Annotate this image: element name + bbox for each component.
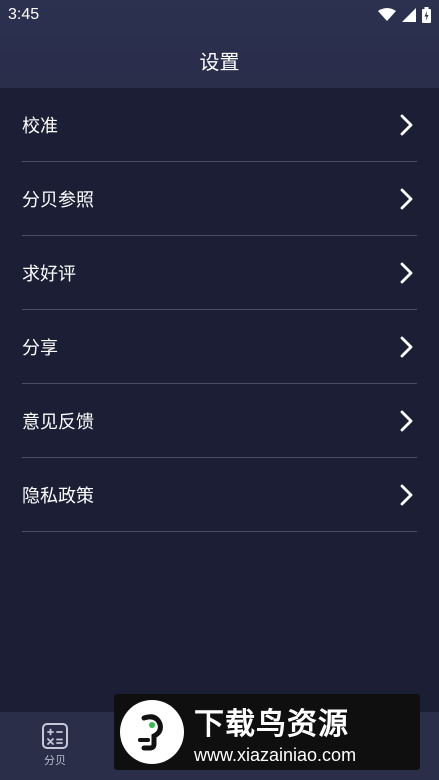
menu-item-label: 分贝参照 (22, 189, 94, 211)
watermark-overlay: 下载鸟资源 www.xiazainiao.com (114, 694, 420, 770)
status-bar: 3:45 (0, 0, 439, 30)
settings-menu: 校准 分贝参照 求好评 分享 意见反馈 隐私政策 (22, 88, 417, 532)
watermark-url: www.xiazainiao.com (194, 744, 357, 765)
chevron-right-icon (400, 114, 413, 135)
app-header: 3:45 设置 (0, 0, 439, 88)
bird-logo-icon (120, 700, 184, 764)
status-time: 3:45 (8, 6, 40, 23)
menu-item-privacy-policy[interactable]: 隐私政策 (22, 458, 417, 532)
menu-item-feedback[interactable]: 意见反馈 (22, 384, 417, 458)
menu-item-label: 校准 (22, 115, 58, 137)
battery-icon (422, 7, 431, 23)
menu-item-rate-app[interactable]: 求好评 (22, 236, 417, 310)
tab-label: 分贝 (44, 754, 66, 767)
tab-decibel[interactable]: 分贝 (30, 722, 80, 774)
menu-item-label: 求好评 (22, 263, 76, 285)
menu-item-label: 意见反馈 (22, 411, 94, 433)
menu-item-calibrate[interactable]: 校准 (22, 88, 417, 162)
page-title: 设置 (199, 50, 240, 74)
watermark-text: 下载鸟资源 www.xiazainiao.com (194, 699, 356, 766)
wifi-icon (378, 8, 396, 21)
menu-item-label: 隐私政策 (22, 485, 94, 507)
chevron-right-icon (400, 484, 413, 505)
menu-item-decibel-reference[interactable]: 分贝参照 (22, 162, 417, 236)
signal-icon (402, 8, 416, 22)
calculator-icon (42, 723, 68, 749)
chevron-right-icon (400, 336, 413, 357)
chevron-right-icon (400, 410, 413, 431)
status-icons (378, 7, 431, 23)
chevron-right-icon (400, 188, 413, 209)
menu-item-label: 分享 (22, 337, 58, 359)
chevron-right-icon (400, 262, 413, 283)
watermark-title: 下载鸟资源 (194, 706, 349, 742)
menu-item-share[interactable]: 分享 (22, 310, 417, 384)
